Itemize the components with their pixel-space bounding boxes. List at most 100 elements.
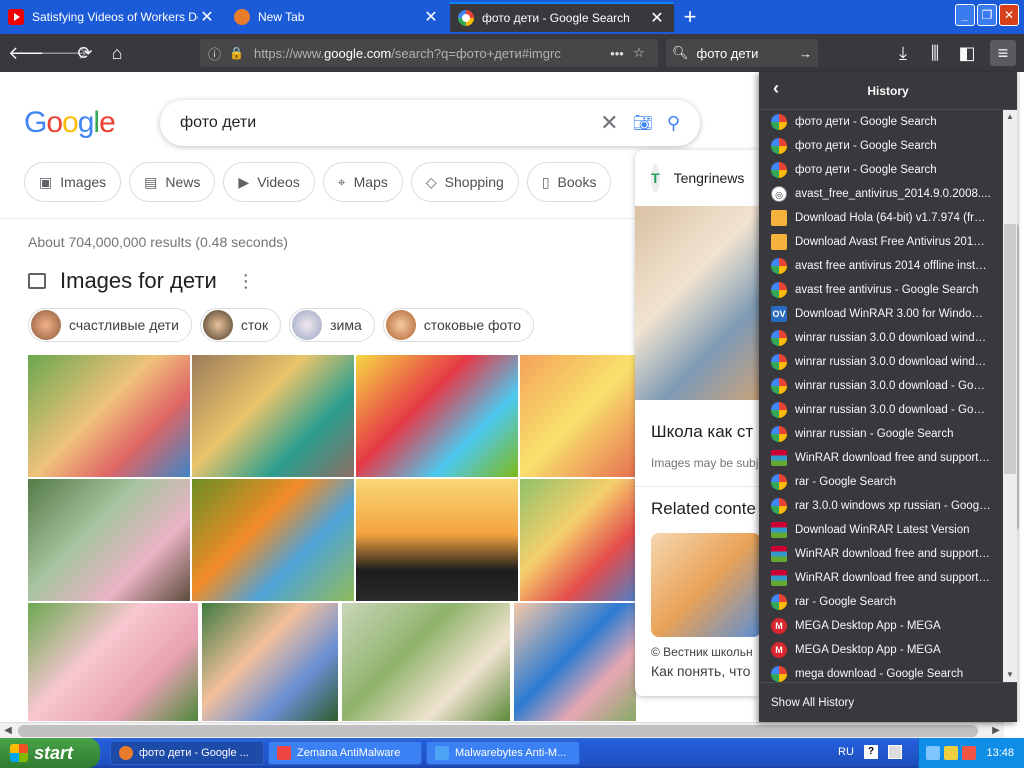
- library-icon[interactable]: ⫼: [922, 40, 948, 66]
- chip-maps[interactable]: ⌖ Maps: [322, 162, 403, 202]
- history-item[interactable]: Download Hola (64-bit) v1.7.974 (free...: [759, 206, 1003, 230]
- info-icon[interactable]: ⓘ: [208, 44, 221, 63]
- image-result[interactable]: [342, 603, 510, 721]
- browser-search-bar[interactable]: 🔍︎ фото дети →: [666, 39, 818, 67]
- history-item[interactable]: ◎ avast_free_antivirus_2014.9.0.2008....: [759, 182, 1003, 206]
- downloads-icon[interactable]: ⤓: [890, 40, 916, 66]
- close-tab-icon[interactable]: ✕: [198, 7, 216, 27]
- chip-news[interactable]: ▤ News: [129, 162, 216, 202]
- related-caption[interactable]: Как понять, что: [635, 659, 759, 679]
- image-result[interactable]: [28, 479, 190, 601]
- taskbar-button-zemana[interactable]: Zemana AntiMalware: [268, 741, 422, 765]
- google-search-input[interactable]: фото дети: [180, 114, 600, 132]
- history-item[interactable]: Download Avast Free Antivirus 2014 9....: [759, 230, 1003, 254]
- image-result[interactable]: [28, 603, 198, 721]
- history-item[interactable]: rar - Google Search: [759, 590, 1003, 614]
- language-indicator[interactable]: RU: [838, 746, 854, 758]
- history-item[interactable]: winrar russian 3.0.0 download window...: [759, 326, 1003, 350]
- history-scrollbar[interactable]: ▲ ▼: [1003, 110, 1017, 682]
- image-result[interactable]: [202, 603, 338, 721]
- back-arrow-icon[interactable]: 🡐: [8, 40, 56, 66]
- start-button[interactable]: start: [0, 738, 100, 768]
- close-window-button[interactable]: ✕: [999, 4, 1019, 26]
- zemana-tray-icon[interactable]: [962, 746, 977, 760]
- clock[interactable]: 13:48: [986, 747, 1014, 759]
- show-all-history-button[interactable]: Show All History: [759, 682, 1017, 722]
- close-tab-icon[interactable]: ✕: [648, 8, 666, 28]
- url-bar[interactable]: ⓘ 🔒 https://www.google.com/search?q=фото…: [200, 39, 658, 67]
- image-result[interactable]: [514, 603, 636, 721]
- scroll-down-icon[interactable]: ▼: [1003, 668, 1017, 682]
- tab-google-search[interactable]: фото дети - Google Search ✕: [450, 2, 674, 32]
- clear-icon[interactable]: ✕: [600, 110, 618, 136]
- forward-arrow-icon[interactable]: 🡒: [40, 40, 88, 66]
- history-item[interactable]: rar - Google Search: [759, 470, 1003, 494]
- card-source[interactable]: T Tengrinews: [635, 150, 759, 206]
- history-item[interactable]: Download WinRAR Latest Version: [759, 518, 1003, 542]
- url-text[interactable]: https://www.google.com/search?q=фото+дет…: [254, 46, 606, 61]
- history-item[interactable]: M MEGA Desktop App - MEGA: [759, 638, 1003, 662]
- history-item[interactable]: mega download - Google Search: [759, 662, 1003, 682]
- image-result[interactable]: [520, 355, 636, 477]
- new-tab-plus-icon[interactable]: +: [678, 4, 702, 30]
- menu-hamburger-icon[interactable]: ≡: [990, 40, 1016, 66]
- maximize-button[interactable]: ❐: [977, 4, 997, 26]
- image-result[interactable]: [356, 479, 518, 601]
- sidebar-icon[interactable]: ◧: [954, 40, 980, 66]
- history-item[interactable]: OV Download WinRAR 3.00 for Windows -...: [759, 302, 1003, 326]
- reload-icon[interactable]: ⟳: [72, 40, 98, 66]
- chip-videos[interactable]: ▶ Videos: [223, 162, 315, 202]
- image-result[interactable]: [192, 355, 354, 477]
- chip-books[interactable]: ▯ Books: [526, 162, 612, 202]
- history-item[interactable]: WinRAR download free and support: ...: [759, 542, 1003, 566]
- google-logo[interactable]: Google: [24, 106, 116, 140]
- scroll-thumb[interactable]: [18, 725, 978, 737]
- google-search-box[interactable]: фото дети ✕ 📷︎ ⚲: [160, 100, 700, 146]
- history-item[interactable]: WinRAR download free and support: ...: [759, 566, 1003, 590]
- history-item[interactable]: rar 3.0.0 windows xp russian - Google ..…: [759, 494, 1003, 518]
- go-arrow-icon[interactable]: →: [799, 46, 812, 61]
- refine-chip[interactable]: стоковые фото: [382, 308, 535, 342]
- history-item[interactable]: winrar russian 3.0.0 download - Googl...: [759, 398, 1003, 422]
- help-icon[interactable]: ?: [864, 745, 878, 759]
- tab-youtube[interactable]: Satisfying Videos of Workers Doing ✕: [0, 2, 224, 32]
- browser-search-input[interactable]: фото дети: [697, 46, 799, 61]
- chip-shopping[interactable]: ◇ Shopping: [410, 162, 519, 202]
- history-item[interactable]: фото дети - Google Search: [759, 134, 1003, 158]
- malwarebytes-tray-icon[interactable]: [926, 746, 941, 760]
- card-title[interactable]: Школа как ст: [635, 400, 759, 442]
- image-result[interactable]: [28, 355, 190, 477]
- show-desktop-icon[interactable]: [888, 745, 902, 759]
- page-actions-icon[interactable]: •••: [606, 46, 628, 61]
- history-item[interactable]: avast free antivirus 2014 offline instal…: [759, 254, 1003, 278]
- history-item[interactable]: фото дети - Google Search: [759, 110, 1003, 134]
- tab-new-tab[interactable]: New Tab ✕: [226, 2, 448, 32]
- scroll-up-icon[interactable]: ▲: [1003, 110, 1017, 124]
- search-icon[interactable]: ⚲: [667, 113, 680, 134]
- history-item[interactable]: WinRAR download free and support: ...: [759, 446, 1003, 470]
- bookmark-star-icon[interactable]: ☆: [628, 45, 650, 61]
- refine-chip[interactable]: зима: [289, 308, 375, 342]
- search-tray-icon[interactable]: [944, 746, 959, 760]
- history-item[interactable]: winrar russian - Google Search: [759, 422, 1003, 446]
- history-item[interactable]: avast free antivirus - Google Search: [759, 278, 1003, 302]
- history-item[interactable]: winrar russian 3.0.0 download - Googl...: [759, 374, 1003, 398]
- card-image[interactable]: [635, 206, 759, 400]
- image-result[interactable]: [356, 355, 518, 477]
- history-item[interactable]: winrar russian 3.0.0 download window...: [759, 350, 1003, 374]
- image-result[interactable]: [192, 479, 354, 601]
- scroll-right-icon[interactable]: ▶: [988, 723, 1004, 738]
- refine-chip[interactable]: счастливые дети: [28, 308, 192, 342]
- image-result[interactable]: [520, 479, 636, 601]
- related-thumbnail[interactable]: [651, 533, 759, 637]
- scroll-left-icon[interactable]: ◀: [0, 723, 16, 738]
- chip-images[interactable]: ▣ Images: [24, 162, 122, 202]
- camera-icon[interactable]: 📷︎: [633, 113, 653, 133]
- minimize-button[interactable]: _: [955, 4, 975, 26]
- history-item[interactable]: M MEGA Desktop App - MEGA: [759, 614, 1003, 638]
- refine-chip[interactable]: сток: [199, 308, 282, 342]
- back-chevron-icon[interactable]: ‹: [773, 78, 779, 99]
- images-heading-text[interactable]: Images for дети: [60, 268, 217, 294]
- home-icon[interactable]: ⌂: [104, 40, 130, 66]
- more-options-icon[interactable]: ⋮: [237, 271, 255, 292]
